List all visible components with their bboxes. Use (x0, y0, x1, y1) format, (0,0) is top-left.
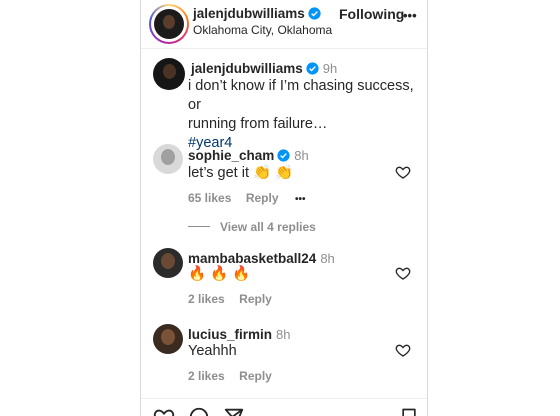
caption-avatar[interactable] (153, 58, 185, 90)
comment-username[interactable]: lucius_firmin (188, 327, 272, 342)
caption-text: i don’t know if I’m chasing success, or … (188, 77, 423, 153)
comment-time: 8h (320, 251, 335, 266)
reply-button[interactable]: Reply (246, 191, 279, 205)
verified-icon (308, 7, 321, 20)
reply-button[interactable]: Reply (239, 292, 272, 306)
caption-line-2: running from failure… (188, 116, 328, 132)
post-panel: jalenjdubwilliams Oklahoma City, Oklahom… (140, 0, 428, 416)
like-heart-icon[interactable] (395, 342, 411, 358)
caption-time: 9h (322, 61, 338, 76)
view-replies-row[interactable]: View all 4 replies (188, 218, 316, 236)
view-replies-link: View all 4 replies (220, 220, 316, 234)
comment-meta: 2 likes Reply (188, 290, 272, 308)
caption-username[interactable]: jalenjdubwilliams (191, 61, 303, 76)
verified-icon (277, 149, 290, 162)
save-icon[interactable] (399, 406, 419, 416)
comment-header: sophie_cham 8h (188, 147, 309, 165)
comment-meta: 65 likes Reply ••• (188, 189, 305, 207)
comment-likes[interactable]: 2 likes (188, 292, 225, 306)
comment-time: 8h (276, 327, 291, 342)
comment-avatar[interactable] (153, 324, 183, 354)
actions-divider (141, 398, 427, 399)
comment-likes[interactable]: 2 likes (188, 369, 225, 383)
comment-username[interactable]: sophie_cham (188, 148, 274, 163)
comment-avatar[interactable] (153, 144, 183, 174)
header-avatar (154, 9, 184, 39)
caption-line-1: i don’t know if I’m chasing success, or (188, 78, 414, 113)
story-ring[interactable] (149, 4, 189, 44)
comment-icon[interactable] (188, 406, 210, 416)
more-options-icon[interactable]: ••• (403, 8, 417, 23)
comment-meta: 2 likes Reply (188, 367, 272, 385)
comment-username[interactable]: mambabasketball24 (188, 251, 316, 266)
share-icon[interactable] (223, 406, 245, 416)
comment-likes[interactable]: 65 likes (188, 191, 231, 205)
header-location[interactable]: Oklahoma City, Oklahoma (193, 23, 332, 37)
header-username-row: jalenjdubwilliams (193, 5, 321, 23)
comment-text: Yeahhh (188, 343, 237, 359)
comment-text: let’s get it 👏 👏 (188, 165, 294, 181)
like-icon[interactable] (153, 406, 175, 416)
like-heart-icon[interactable] (395, 265, 411, 281)
replies-line (188, 226, 210, 227)
comment-more-icon[interactable]: ••• (295, 194, 306, 205)
like-heart-icon[interactable] (395, 164, 411, 180)
header-divider (141, 48, 427, 49)
comment-time: 8h (294, 148, 309, 163)
following-button[interactable]: Following (339, 6, 404, 22)
header-username[interactable]: jalenjdubwilliams (193, 6, 305, 21)
caption-header: jalenjdubwilliams 9h (191, 60, 337, 78)
verified-icon (306, 62, 319, 75)
comment-avatar[interactable] (153, 248, 183, 278)
comment-text: 🔥 🔥 🔥 (188, 266, 251, 282)
reply-button[interactable]: Reply (239, 369, 272, 383)
